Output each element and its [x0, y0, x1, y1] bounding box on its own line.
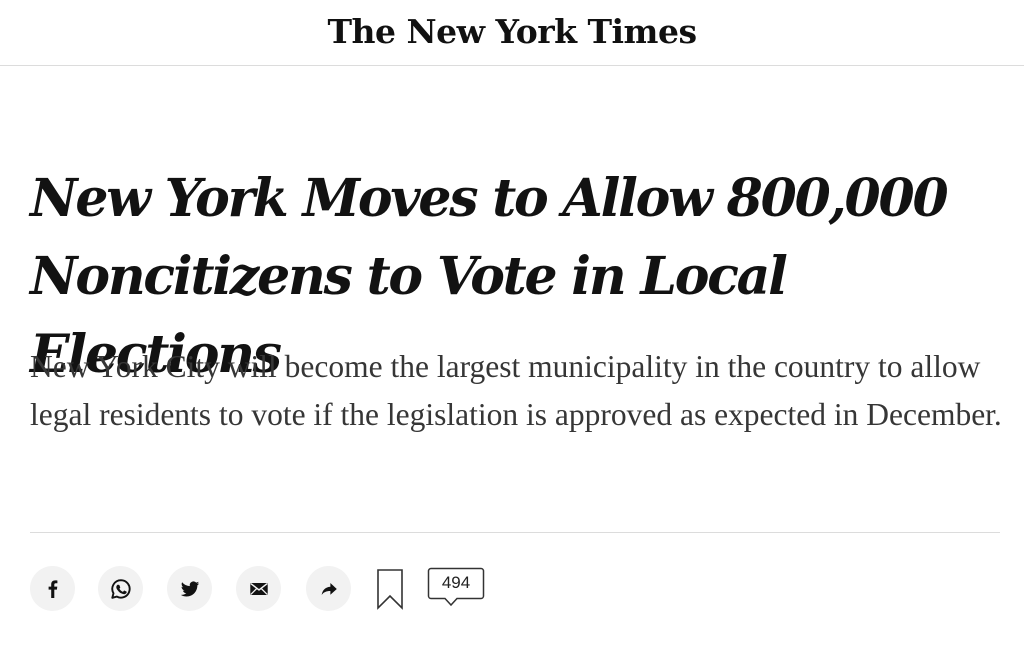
bookmark-icon [377, 569, 403, 610]
facebook-share-button[interactable] [30, 566, 75, 611]
nyt-logo[interactable]: The New York Times [327, 12, 697, 51]
save-article-button[interactable] [376, 568, 404, 610]
masthead: The New York Times [0, 0, 1024, 66]
headline-line-1: New York Moves to Allow 800,000 [30, 168, 949, 229]
whatsapp-share-button[interactable] [98, 566, 143, 611]
email-share-button[interactable] [236, 566, 281, 611]
divider [30, 532, 1000, 533]
share-arrow-icon [321, 582, 337, 595]
comment-count: 494 [441, 573, 471, 592]
twitter-icon [180, 580, 199, 597]
facebook-icon [48, 579, 57, 598]
more-share-button[interactable] [306, 566, 351, 611]
email-icon [249, 582, 268, 595]
comments-button[interactable]: 494 [427, 567, 485, 607]
whatsapp-icon [110, 578, 131, 599]
twitter-share-button[interactable] [167, 566, 212, 611]
article-summary: New York City will become the largest mu… [30, 349, 1002, 432]
